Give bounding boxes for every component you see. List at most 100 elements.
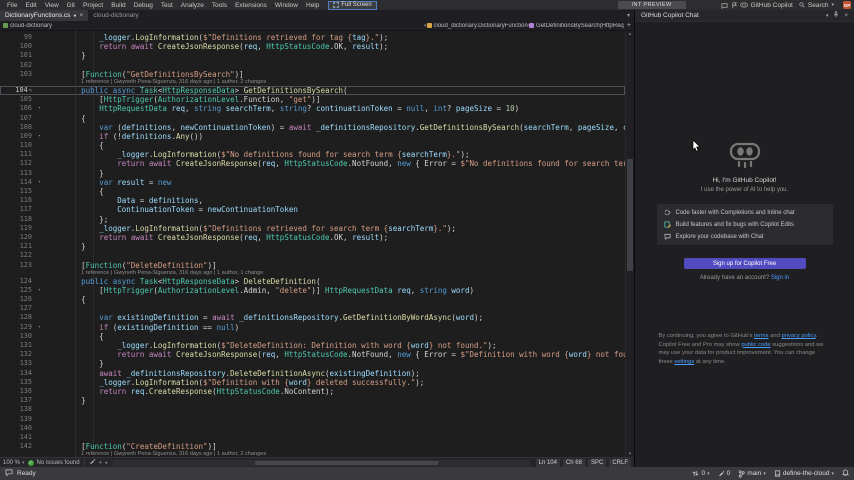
code-line[interactable]: 142 [Function("CreateDefinition")] (0, 442, 625, 451)
github-copilot-menu[interactable]: GitHub Copilot (740, 2, 793, 9)
tabbar-controls[interactable]: ▾ (627, 10, 634, 21)
code-editor[interactable]: 99 _logger.LogInformation($"Definitions … (0, 31, 634, 457)
code-line[interactable]: 100 return await CreateJsonResponse(req,… (0, 42, 625, 51)
code-line[interactable]: 130 { (0, 332, 625, 341)
project-dropdown[interactable]: cloud-dictionary (0, 23, 424, 29)
code-line[interactable]: 138 (0, 405, 625, 414)
menu-window[interactable]: Window (271, 2, 302, 9)
repo-selector[interactable]: define-the-cloud ▾ (774, 470, 834, 477)
health-indicator-icon[interactable]: ✓ (28, 460, 34, 466)
code-line[interactable]: 101 } (0, 51, 625, 60)
menu-test[interactable]: Test (157, 2, 177, 9)
code-line[interactable]: 118 }; (0, 215, 625, 224)
code-line[interactable]: 123 [Function("DeleteDefinition")] (0, 261, 625, 270)
code-line[interactable]: 113 } (0, 169, 625, 178)
tab-dictionaryfunctions[interactable]: DictionaryFunctions.cs ● × (0, 10, 88, 21)
fold-chevron-icon[interactable]: ▾ (34, 323, 45, 332)
code-line[interactable]: 139 (0, 415, 625, 424)
fold-chevron-icon[interactable]: ▾ (34, 132, 45, 141)
avatar[interactable]: GP (843, 1, 851, 9)
code-line[interactable]: 129▾ if (existingDefinition == null) (0, 323, 625, 332)
fold-chevron-icon[interactable]: ▾ (34, 286, 45, 295)
type-dropdown[interactable]: cloud_dictionary.DictionaryFunctions (427, 23, 527, 29)
code-line[interactable]: 127 (0, 304, 625, 313)
code-line[interactable]: 99 _logger.LogInformation($"Definitions … (0, 33, 625, 42)
pending-edits-control[interactable]: 0 (718, 470, 731, 477)
horizontal-scrollbar[interactable] (113, 460, 529, 466)
code-line[interactable]: 103 [Function("GetDefinitionsBySearch")] (0, 70, 625, 79)
menu-git[interactable]: Git (63, 2, 79, 9)
zoom-level-dropdown[interactable]: 100 % ▾ (3, 460, 25, 466)
signin-link[interactable]: Sign in (771, 275, 789, 281)
code-line[interactable]: 116 Data = definitions, (0, 196, 625, 205)
sync-control[interactable]: 0 ▾ (692, 470, 709, 477)
codelens-indicator[interactable]: 1 reference | Gwyneth Pena-Siguenza, 316… (0, 79, 625, 86)
scroll-up-icon[interactable]: ▴ (626, 31, 634, 37)
code-line[interactable]: 106▾ HttpRequestData req, string searchT… (0, 104, 625, 113)
code-line[interactable]: 112 return await CreateJsonResponse(req,… (0, 159, 625, 168)
menu-build[interactable]: Build (107, 2, 129, 9)
code-line[interactable]: 114▾ var result = new (0, 178, 625, 187)
code-line[interactable]: 135 _logger.LogInformation($"Definition … (0, 378, 625, 387)
code-line[interactable]: 137 } (0, 396, 625, 405)
search-control[interactable]: Search ▾ (799, 2, 834, 9)
menu-file[interactable]: File (3, 2, 21, 9)
code-line[interactable]: 110 { (0, 141, 625, 150)
add-icon[interactable]: + (624, 22, 634, 29)
code-line[interactable]: 122 (0, 251, 625, 260)
legal-link[interactable]: settings (674, 359, 694, 365)
code-line[interactable]: 134 await _definitionsRepository.DeleteD… (0, 369, 625, 378)
full-screen-button[interactable]: Full Screen (328, 1, 376, 10)
code-line[interactable]: 104✎ public async Task<HttpResponseData>… (0, 86, 625, 95)
feature-chat[interactable]: Explore your codebase with Chat (664, 233, 826, 240)
code-line[interactable]: 120 return await CreateJsonResponse(req,… (0, 233, 625, 242)
int-preview-badge[interactable]: INT PREVIEW (618, 1, 686, 9)
code-line[interactable]: 108 var (definitions, newContinuationTok… (0, 123, 625, 132)
code-line[interactable]: 125▾ [HttpTrigger(AuthorizationLevel.Adm… (0, 286, 625, 295)
signup-copilot-free-button[interactable]: Sign up for Copilot Free (684, 258, 806, 269)
code-line[interactable]: 102 (0, 61, 625, 70)
code-line[interactable]: 141 (0, 433, 625, 442)
track-changes-icon[interactable] (89, 458, 96, 467)
vertical-scrollbar-thumb[interactable] (627, 159, 633, 271)
column-indicator[interactable]: Ch 68 (563, 459, 585, 467)
code-line[interactable]: 133 } (0, 359, 625, 368)
menu-analyze[interactable]: Analyze (177, 2, 208, 9)
menu-extensions[interactable]: Extensions (231, 2, 271, 9)
panel-dropdown-icon[interactable]: ▾ (826, 13, 829, 19)
code-line[interactable]: 126 { (0, 295, 625, 304)
codelens-indicator[interactable]: 1 reference | Gwyneth Pena-Siguenza, 316… (0, 270, 625, 277)
code-line[interactable]: 128 var existingDefinition = await _defi… (0, 313, 625, 322)
code-line[interactable]: 105 [HttpTrigger(AuthorizationLevel.Func… (0, 95, 625, 104)
scroll-left-icon[interactable]: ◂ (105, 460, 108, 466)
code-line[interactable]: 107 { (0, 114, 625, 123)
close-panel-icon[interactable]: × (844, 13, 848, 19)
scroll-down-icon[interactable]: ▾ (626, 451, 634, 457)
notifications-flag-icon[interactable] (730, 2, 740, 9)
pin-icon[interactable] (833, 11, 839, 20)
legal-link[interactable]: privacy policy (781, 333, 815, 339)
code-line[interactable]: 115 { (0, 187, 625, 196)
tab-list-dropdown-icon[interactable]: ▾ (627, 12, 630, 19)
tab-cloud-dictionary[interactable]: cloud-dictionary (88, 10, 144, 21)
spaces-indicator[interactable]: SPC (588, 459, 606, 467)
code-line[interactable]: 132 return await CreateJsonResponse(req,… (0, 350, 625, 359)
menu-view[interactable]: View (41, 2, 63, 9)
code-line[interactable]: 119 _logger.LogInformation($"Definitions… (0, 224, 625, 233)
feature-completions[interactable]: Code faster with Completions and Inline … (664, 209, 826, 216)
issues-label[interactable]: No issues found (37, 460, 80, 466)
bell-icon[interactable] (842, 469, 849, 479)
menu-help[interactable]: Help (302, 2, 323, 9)
code-line[interactable]: 117 ContinuationToken = newContinuationT… (0, 205, 625, 214)
legal-link[interactable]: public code (741, 342, 770, 348)
code-line[interactable]: 136 return req.CreateResponse(HttpStatus… (0, 387, 625, 396)
vertical-scrollbar[interactable]: ▴ ▾ (625, 31, 634, 457)
fold-chevron-icon[interactable]: ▾ (34, 104, 45, 113)
send-feedback-icon[interactable] (720, 2, 730, 9)
code-line[interactable]: 121 } (0, 242, 625, 251)
menu-tools[interactable]: Tools (208, 2, 231, 9)
line-ending-indicator[interactable]: CRLF (609, 459, 631, 467)
menu-edit[interactable]: Edit (21, 2, 40, 9)
member-dropdown[interactable]: GetDefinitionsBySearch(HttpRequestData r… (529, 23, 624, 29)
horizontal-scrollbar-thumb[interactable] (255, 461, 438, 465)
